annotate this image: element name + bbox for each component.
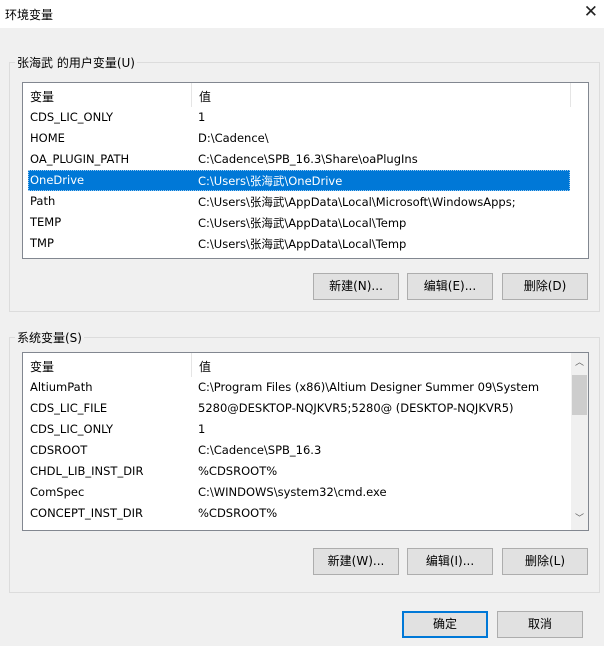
variable-value: C:\Users\张海武\AppData\Local\Temp: [198, 216, 407, 230]
variable-value: C:\Users\张海武\AppData\Local\Microsoft\Win…: [198, 195, 516, 209]
variable-name: CONCEPT_INST_DIR: [30, 506, 143, 520]
list-item[interactable]: CONCEPT_INST_DIR %CDSROOT%: [28, 503, 570, 524]
column-header-value[interactable]: 值: [199, 88, 211, 105]
ok-button[interactable]: 确定: [402, 611, 488, 638]
variable-value: C:\Users\张海武\OneDrive: [198, 174, 343, 188]
list-item[interactable]: AltiumPath C:\Program Files (x86)\Altium …: [28, 377, 570, 398]
close-icon[interactable]: ✕: [584, 2, 598, 22]
system-delete-button[interactable]: 删除(L): [502, 548, 588, 575]
variable-name: CDS_LIC_ONLY: [30, 110, 114, 124]
variable-name: AltiumPath: [30, 380, 93, 394]
scroll-up-icon[interactable]: ︿: [571, 355, 588, 372]
column-header-variable[interactable]: 变量: [30, 358, 54, 375]
variable-name: CHDL_LIB_INST_DIR: [30, 464, 144, 478]
system-variables-list[interactable]: 变量 值 ︿ ﹀ AltiumPath C:\Program Files (x86…: [22, 352, 589, 531]
list-item[interactable]: CDS_LIC_FILE 5280@DESKTOP-NQJKVR5;5280@ (…: [28, 398, 570, 419]
variable-value: C:\Cadence\SPB_16.3: [198, 443, 322, 457]
list-item[interactable]: CDS_LIC_ONLY 1: [28, 107, 570, 128]
list-item[interactable]: CDSROOT C:\Cadence\SPB_16.3: [28, 440, 570, 461]
list-item[interactable]: OA_PLUGIN_PATH C:\Cadence\SPB_16.3\Share\…: [28, 149, 570, 170]
system-variables-label: 系统变量(S): [15, 329, 84, 346]
window-title: 环境变量: [5, 8, 54, 22]
variable-name: CDS_LIC_ONLY: [30, 422, 114, 436]
column-header-variable[interactable]: 变量: [30, 88, 54, 105]
variable-name: Path: [30, 194, 56, 208]
list-header: 变量 值: [23, 353, 588, 377]
variable-name: TEMP: [30, 215, 62, 229]
variable-value: %CDSROOT%: [198, 464, 278, 478]
user-delete-button[interactable]: 删除(D): [502, 273, 588, 300]
list-item[interactable]: OneDrive C:\Users\张海武\OneDrive: [28, 170, 570, 191]
list-header: 变量 值: [23, 83, 588, 107]
variable-value: D:\Cadence\: [198, 131, 269, 145]
system-new-button[interactable]: 新建(W)...: [313, 548, 399, 575]
system-edit-button[interactable]: 编辑(I)...: [407, 548, 493, 575]
variable-value: C:\Program Files (x86)\Altium Designer S…: [198, 380, 540, 394]
variable-name: TMP: [30, 236, 54, 250]
list-item[interactable]: HOME D:\Cadence\: [28, 128, 570, 149]
variable-name: HOME: [30, 131, 65, 145]
variable-name: CDSROOT: [30, 443, 88, 457]
user-new-button[interactable]: 新建(N)...: [313, 273, 399, 300]
scrollbar-thumb[interactable]: [572, 375, 587, 415]
user-edit-button[interactable]: 编辑(E)...: [407, 273, 493, 300]
scrollbar[interactable]: ︿ ﹀: [571, 353, 588, 530]
list-item[interactable]: Path C:\Users\张海武\AppData\Local\Microsoft…: [28, 191, 570, 212]
variable-name: OneDrive: [30, 173, 85, 187]
scroll-down-icon[interactable]: ﹀: [571, 511, 588, 528]
variable-value: C:\Users\张海武\AppData\Local\Temp: [198, 237, 407, 251]
variable-name: OA_PLUGIN_PATH: [30, 152, 130, 166]
variable-value: C:\Cadence\SPB_16.3\Share\oaPlugIns: [198, 152, 418, 166]
list-item[interactable]: ComSpec C:\WINDOWS\system32\cmd.exe: [28, 482, 570, 503]
variable-value: 1: [198, 110, 206, 124]
cancel-button[interactable]: 取消: [497, 611, 583, 638]
column-header-value[interactable]: 值: [199, 358, 211, 375]
list-item[interactable]: TEMP C:\Users\张海武\AppData\Local\Temp: [28, 212, 570, 233]
list-item[interactable]: TMP C:\Users\张海武\AppData\Local\Temp: [28, 233, 570, 254]
variable-name: CDS_LIC_FILE: [30, 401, 108, 415]
variable-value: C:\WINDOWS\system32\cmd.exe: [198, 485, 387, 499]
variable-value: 5280@DESKTOP-NQJKVR5;5280@ (DESKTOP-NQJK…: [198, 401, 514, 415]
title-bar: 环境变量 ✕: [0, 0, 604, 28]
variable-name: ComSpec: [30, 485, 85, 499]
list-item[interactable]: CHDL_LIB_INST_DIR %CDSROOT%: [28, 461, 570, 482]
user-variables-label: 张海武 的用户变量(U): [15, 54, 137, 71]
user-variables-list[interactable]: 变量 值 CDS_LIC_ONLY 1 HOME D:\Cadence\ OA_PLUG…: [22, 82, 589, 259]
variable-value: %CDSROOT%: [198, 506, 278, 520]
list-item[interactable]: CDS_LIC_ONLY 1: [28, 419, 570, 440]
variable-value: 1: [198, 422, 206, 436]
